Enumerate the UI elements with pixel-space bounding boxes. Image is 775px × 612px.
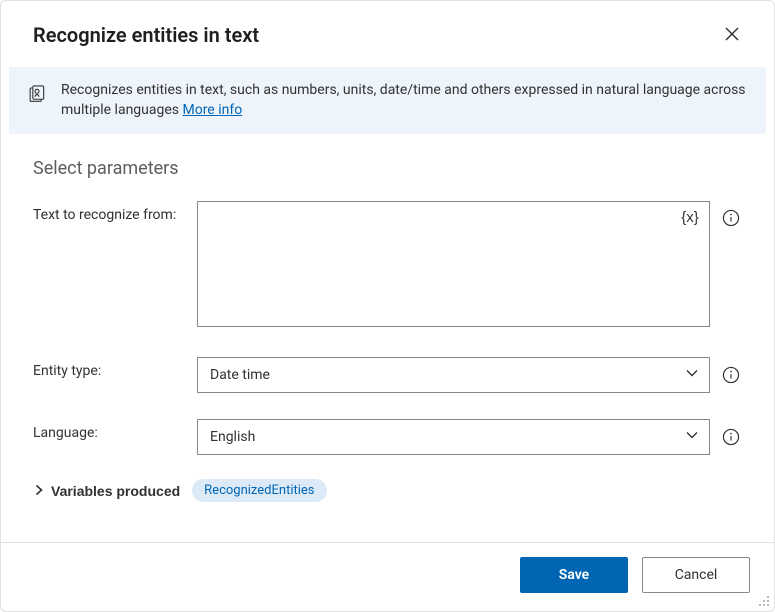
info-icon-entity-type[interactable] (720, 364, 742, 386)
close-button[interactable] (716, 19, 748, 51)
insert-variable-button[interactable]: {x} (676, 205, 704, 229)
info-banner: Recognizes entities in text, such as num… (9, 67, 766, 134)
label-text-to-recognize: Text to recognize from: (33, 201, 197, 223)
language-select[interactable]: English (197, 419, 710, 455)
chevron-right-icon (33, 483, 45, 499)
entity-type-select[interactable]: Date time (197, 357, 710, 393)
section-heading: Select parameters (33, 158, 742, 179)
variable-pill-recognized-entities[interactable]: RecognizedEntities (192, 479, 326, 502)
text-to-recognize-field-wrap: {x} (197, 201, 710, 331)
variables-produced-row: Variables produced RecognizedEntities (33, 479, 742, 502)
text-to-recognize-input[interactable] (197, 201, 710, 327)
variables-produced-toggle[interactable]: Variables produced (33, 483, 180, 499)
label-language: Language: (33, 419, 197, 441)
dialog-footer: Save Cancel (1, 542, 774, 611)
row-language: Language: English (33, 419, 742, 455)
parameters-section: Select parameters Text to recognize from… (1, 134, 774, 510)
variable-token-icon: {x} (681, 209, 699, 226)
dialog-header: Recognize entities in text (1, 1, 774, 61)
entity-type-value: Date time (210, 367, 270, 383)
language-value: English (210, 429, 255, 445)
close-icon (725, 27, 739, 44)
info-icon-text[interactable] (720, 207, 742, 229)
dialog-title: Recognize entities in text (33, 23, 259, 47)
chevron-down-icon (685, 366, 699, 384)
cancel-button[interactable]: Cancel (642, 557, 750, 593)
entities-icon (27, 83, 47, 107)
info-icon-language[interactable] (720, 426, 742, 448)
resize-grip-icon[interactable] (758, 595, 770, 607)
save-button[interactable]: Save (520, 557, 628, 593)
row-text-to-recognize: Text to recognize from: {x} (33, 201, 742, 331)
more-info-link[interactable]: More info (182, 102, 242, 118)
info-banner-message: Recognizes entities in text, such as num… (61, 82, 746, 118)
chevron-down-icon (685, 428, 699, 446)
row-entity-type: Entity type: Date time (33, 357, 742, 393)
dialog: Recognize entities in text Recognizes en… (0, 0, 775, 612)
label-entity-type: Entity type: (33, 357, 197, 379)
info-banner-text: Recognizes entities in text, such as num… (61, 81, 746, 120)
variables-produced-label: Variables produced (51, 483, 180, 499)
